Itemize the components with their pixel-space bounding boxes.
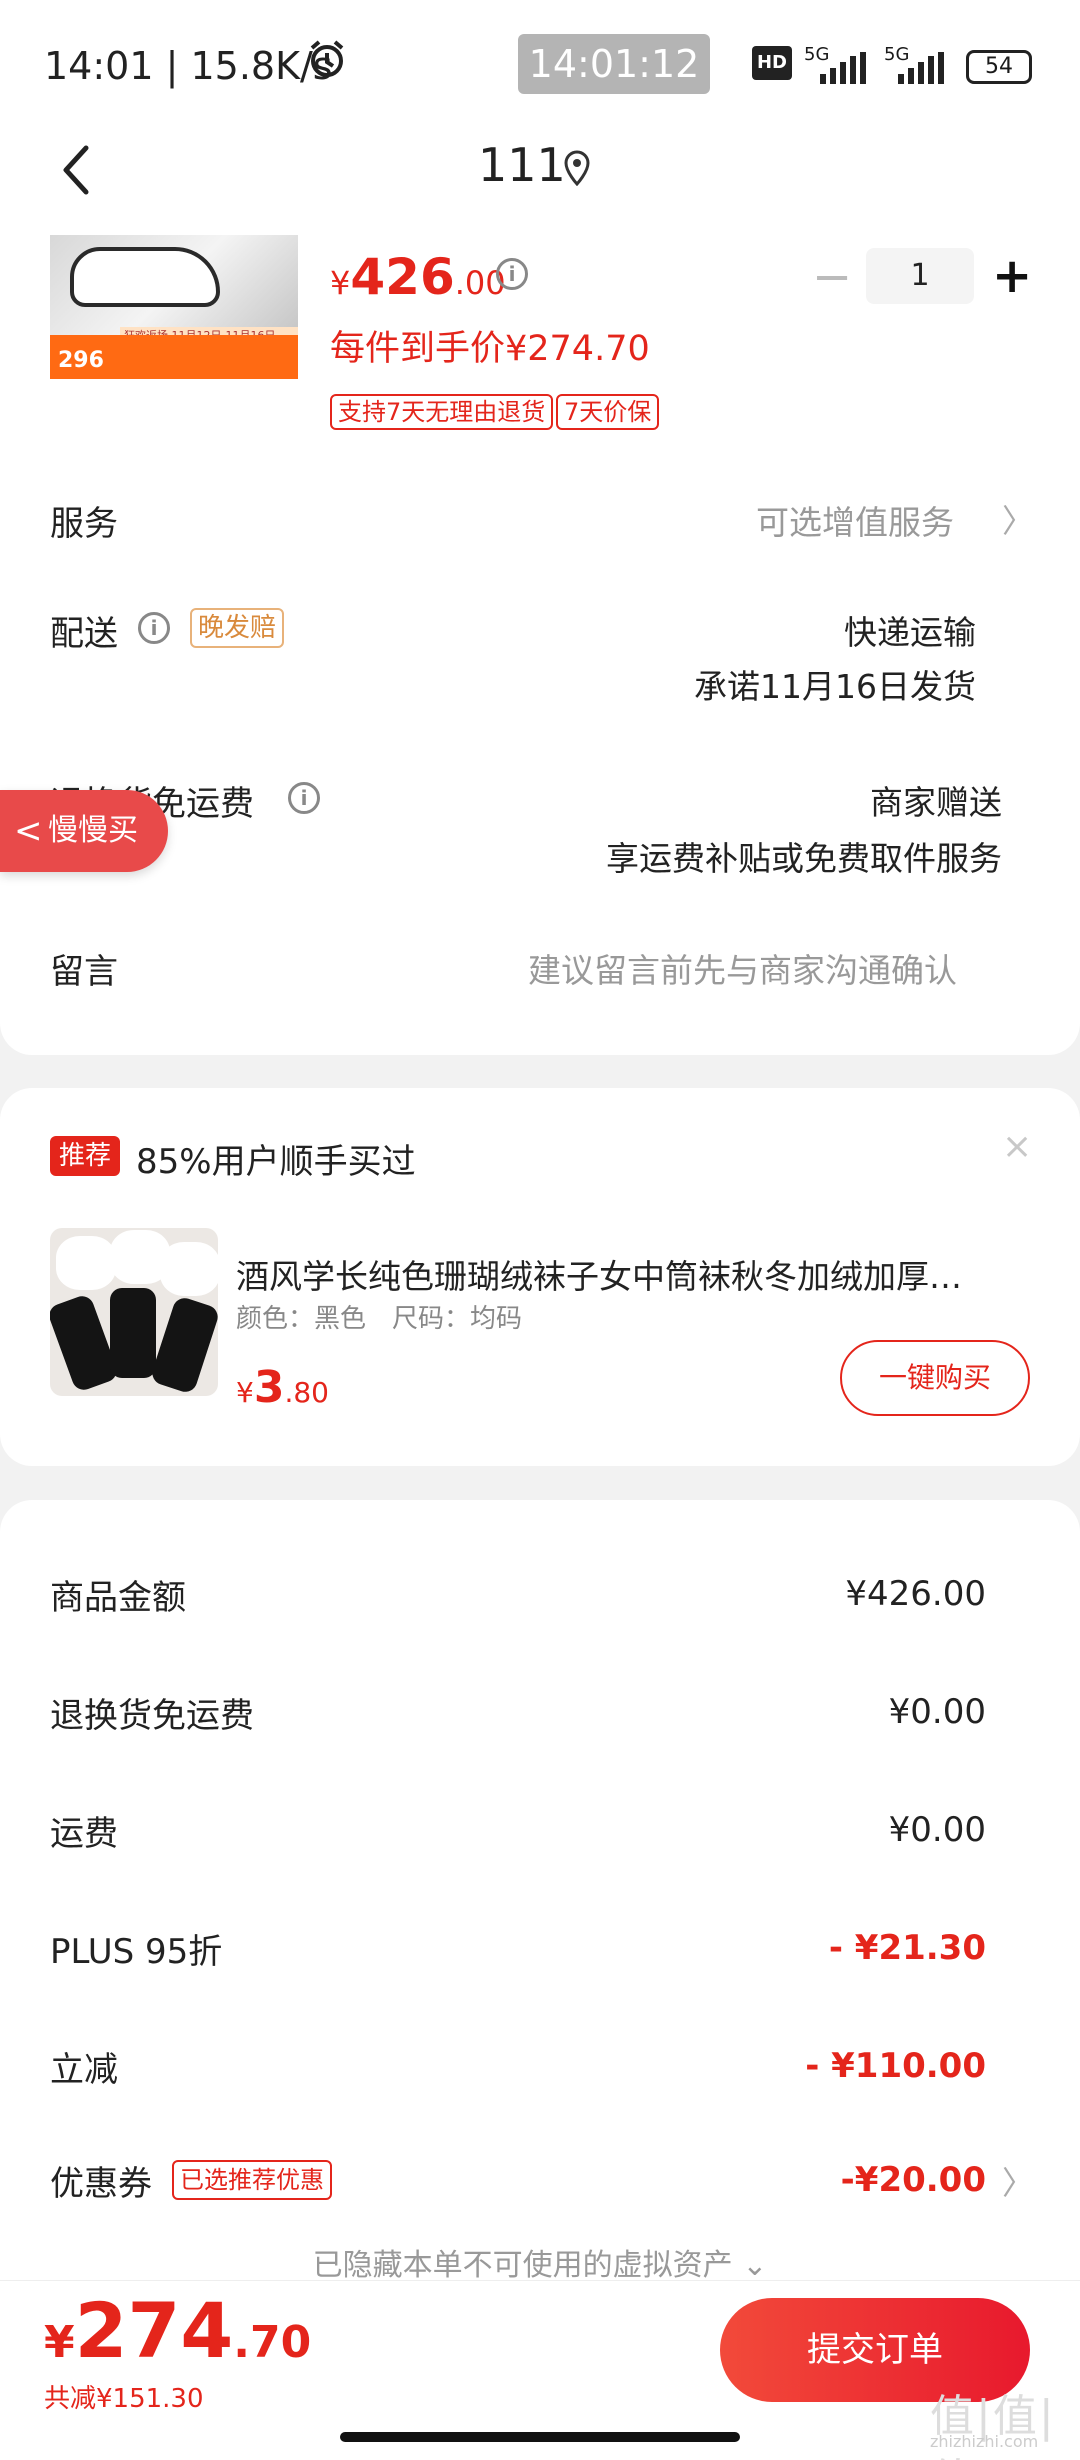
delivery-promise: 承诺11月16日发货 [694, 667, 976, 706]
plus-discount-label: PLUS 95折 [50, 1932, 223, 1972]
goods-amount-value: ¥426.00 [845, 1574, 986, 1614]
address-title[interactable]: 111 [478, 138, 566, 192]
total-price: ¥274.70 [44, 2286, 312, 2375]
note-input[interactable]: 建议留言前先与商家沟通确认 [528, 944, 957, 992]
coupon-label: 优惠券 [50, 2164, 152, 2204]
recommend-product-image[interactable] [50, 1228, 218, 1396]
status-time-speed: 14:01 | 15.8K/s [44, 44, 333, 88]
return-desc: 享运费补贴或免费取件服务 [606, 839, 1002, 878]
instant-cut-label: 立减 [50, 2050, 118, 2090]
plus-discount-value: - ¥21.30 [828, 1928, 986, 1968]
recommend-product-name[interactable]: 酒风学长纯色珊瑚绒袜子女中筒袜秋冬加绒加厚… [236, 1250, 1036, 1298]
total-saved: 共减¥151.30 [44, 2384, 204, 2414]
delivery-info-icon[interactable]: i [138, 612, 170, 644]
service-value[interactable]: 可选增值服务 [756, 496, 954, 544]
left-arrow-icon: < [14, 811, 43, 851]
shipping-label: 运费 [50, 1814, 118, 1854]
screen-recording-timer: 14:01:12 [518, 34, 710, 94]
late-delivery-badge: 晚发赔 [190, 608, 285, 648]
home-indicator[interactable] [340, 2432, 740, 2442]
hd-icon: HD [752, 46, 792, 80]
note-label: 留言 [50, 952, 118, 992]
product-price: ¥426.00 [330, 248, 506, 306]
return-fee-value: ¥0.00 [888, 1692, 986, 1732]
back-arrow-icon[interactable] [50, 140, 110, 200]
hidden-assets-toggle[interactable]: 已隐藏本单不可使用的虚拟资产 ⌄ [0, 2240, 1080, 2284]
coupon-chevron-icon[interactable]: 〉 [1002, 2158, 1034, 2204]
goods-amount-label: 商品金额 [50, 1578, 186, 1618]
product-image-number: 296 [58, 348, 104, 373]
coupon-selected-badge: 已选推荐优惠 [172, 2160, 332, 2200]
price-protect-tag: 7天价保 [556, 394, 660, 430]
signal-bars-icon [820, 52, 868, 88]
price-info-icon[interactable]: i [496, 258, 528, 290]
manmanmai-float-button[interactable]: < 慢慢买 [0, 790, 168, 872]
product-image[interactable]: 狂欢返场 11月12日-11月16日 296 [50, 235, 298, 379]
one-click-buy-button[interactable]: 一键购买 [840, 1340, 1030, 1416]
return-info-icon[interactable]: i [288, 782, 320, 814]
battery-icon: 54 [966, 50, 1032, 84]
return-fee-label: 退换货免运费 [50, 1696, 254, 1736]
recommend-product-attr: 颜色：黑色 尺码：均码 [236, 1304, 523, 1334]
quantity-value[interactable]: 1 [866, 248, 974, 304]
quantity-decrease-button[interactable]: − [812, 252, 852, 302]
location-pin-icon[interactable] [562, 150, 592, 187]
alarm-icon [306, 38, 348, 84]
float-button-label: 慢慢买 [48, 813, 138, 848]
shipping-value: ¥0.00 [888, 1810, 986, 1850]
delivery-label: 配送 [50, 614, 118, 654]
per-item-price: 每件到手价¥274.70 [330, 329, 650, 369]
instant-cut-value: - ¥110.00 [805, 2046, 986, 2086]
signal-bars-icon-2 [898, 52, 948, 88]
recommend-title: 85%用户顺手买过 [136, 1142, 416, 1182]
recommend-badge: 推荐 [50, 1136, 120, 1176]
quantity-increase-button[interactable]: + [992, 248, 1032, 304]
return-policy-tag: 支持7天无理由退货 [330, 394, 554, 430]
recommend-price: ¥3.80 [236, 1362, 329, 1413]
watermark-url: zhizhizhi.com [930, 2432, 1039, 2451]
delivery-method[interactable]: 快递运输 [700, 606, 976, 654]
coupon-value[interactable]: -¥20.00 [700, 2160, 986, 2200]
service-chevron-icon[interactable]: 〉 [1002, 496, 1034, 542]
return-value: 商家赠送 [870, 783, 1002, 822]
close-icon[interactable]: × [1002, 1126, 1032, 1167]
service-label: 服务 [50, 504, 118, 544]
